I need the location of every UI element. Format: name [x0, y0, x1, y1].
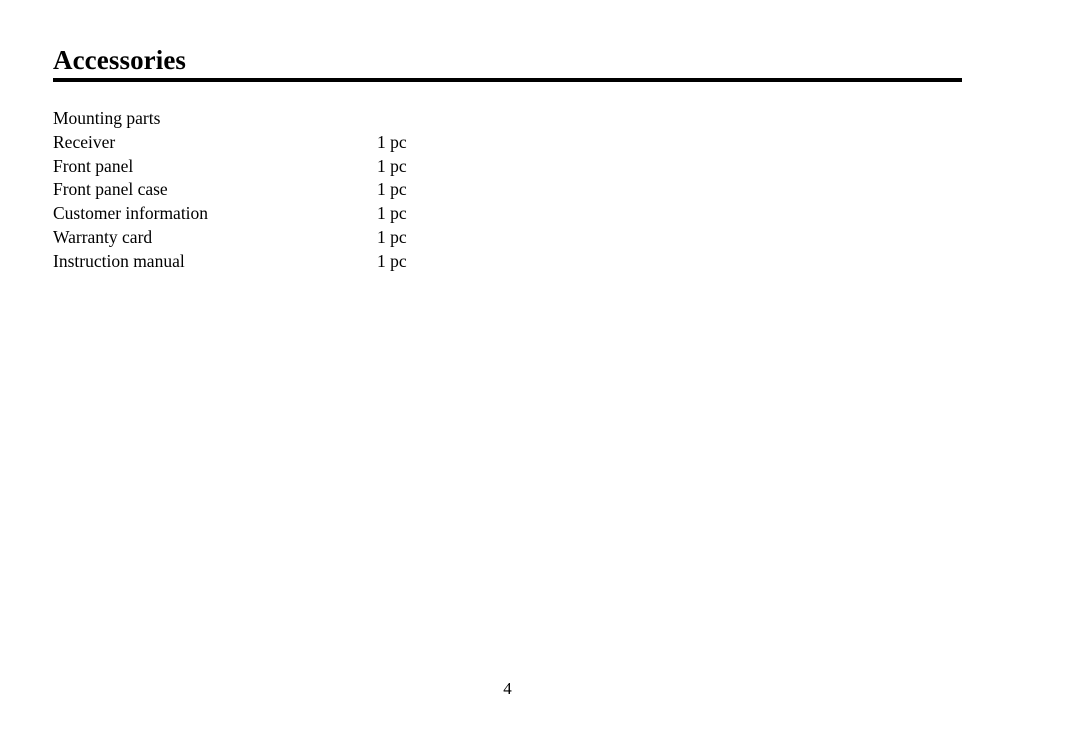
- accessory-item-name: Mounting parts: [53, 108, 161, 128]
- accessory-row: Front panel case 1 pc: [53, 178, 962, 202]
- accessory-row: Customer information 1 pc: [53, 202, 962, 226]
- accessory-row: Warranty card 1 pc: [53, 226, 962, 250]
- accessory-row: Mounting parts: [53, 107, 962, 131]
- section-heading-block: Accessories: [53, 44, 962, 82]
- page-number: 4: [503, 679, 512, 698]
- accessories-list: Mounting parts Receiver 1 pc Front panel 1 p…: [53, 107, 962, 274]
- document-page: Accessories Mounting parts Receiver 1 pc Fr…: [0, 0, 1080, 734]
- accessory-item-quantity: 1 pc: [377, 179, 407, 200]
- accessory-item-quantity: 1 pc: [377, 250, 407, 271]
- accessory-item-quantity: 1 pc: [377, 226, 407, 247]
- title-divider-rule: [53, 78, 962, 82]
- accessory-item-quantity: 1 pc: [377, 131, 407, 152]
- accessory-item-quantity: 1 pc: [377, 155, 407, 176]
- accessory-item-name: Customer information: [53, 203, 209, 224]
- accessory-item-name: Instruction manual: [53, 250, 185, 271]
- accessory-item-name: Front panel: [53, 155, 134, 176]
- accessory-item-name: Front panel case: [53, 179, 168, 200]
- accessory-item-name: Warranty card: [53, 226, 153, 247]
- accessory-row: Receiver 1 pc: [53, 131, 962, 155]
- accessory-item-name: Receiver: [53, 131, 116, 152]
- accessory-row: Instruction manual 1 pc: [53, 250, 962, 274]
- accessory-row: Front panel 1 pc: [53, 155, 962, 179]
- accessory-item-quantity: 1 pc: [377, 203, 407, 224]
- page-title: Accessories: [53, 45, 187, 75]
